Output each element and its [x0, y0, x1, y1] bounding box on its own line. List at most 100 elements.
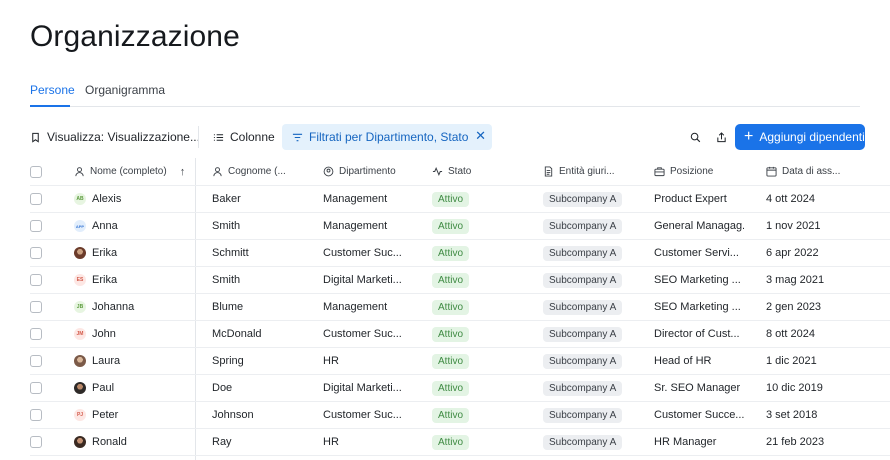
hire-date: 21 feb 2023: [766, 436, 825, 448]
filter-chip[interactable]: Filtrati per Dipartimento, Stato ✕: [282, 124, 492, 150]
row-checkbox[interactable]: [30, 274, 42, 286]
first-name: Erika: [92, 247, 118, 259]
last-name: Smith: [212, 274, 241, 286]
entity-badge: Subcompany A: [543, 272, 623, 288]
hire-date: 1 dic 2021: [766, 355, 817, 367]
select-all-checkbox[interactable]: [30, 165, 42, 178]
table-row[interactable]: ES Erika Smith Digital Marketi... Attivo …: [30, 267, 890, 294]
avatar: JM: [74, 328, 86, 340]
entity-badge: Subcompany A: [543, 380, 623, 396]
department: Customer Suc...: [323, 409, 402, 421]
hire-date: 10 dic 2019: [766, 382, 823, 394]
plus-icon: +: [744, 128, 754, 145]
position: SEO Marketing ...: [654, 301, 741, 313]
tab-bar: Persone Organigramma: [30, 83, 860, 107]
col-header-entity[interactable]: Entità giuri...: [543, 158, 643, 185]
people-table: Nome (completo) ↑ Cognome (... Dipartime…: [30, 158, 890, 460]
position: HR Manager: [654, 436, 717, 448]
col-header-position[interactable]: Posizione: [654, 158, 744, 185]
table-row[interactable]: JB Johanna Blume Management Attivo Subcom…: [30, 294, 890, 321]
briefcase-icon: [654, 166, 665, 177]
table-row[interactable]: JM John McDonald Customer Suc... Attivo S…: [30, 321, 890, 348]
row-checkbox[interactable]: [30, 301, 42, 313]
row-checkbox[interactable]: [30, 355, 42, 367]
filter-label: Filtrati per Dipartimento, Stato: [309, 130, 469, 144]
last-name: Baker: [212, 193, 241, 205]
toolbar-divider: [198, 126, 199, 148]
row-checkbox[interactable]: [30, 382, 42, 394]
position: General Managag...: [654, 220, 744, 232]
row-checkbox[interactable]: [30, 247, 42, 259]
position: Customer Succe...: [654, 409, 744, 421]
share-button[interactable]: [712, 124, 730, 150]
list-icon: [213, 132, 224, 143]
row-checkbox[interactable]: [30, 409, 42, 421]
entity-badge: Subcompany A: [543, 353, 623, 369]
last-name: Blume: [212, 301, 244, 313]
status-badge: Attivo: [432, 299, 470, 315]
hire-date: 6 apr 2022: [766, 247, 819, 259]
hire-date: 1 nov 2021: [766, 220, 821, 232]
activity-icon: [432, 166, 443, 177]
table-row[interactable]: Ronald Ray HR Attivo Subcompany A HR Man…: [30, 429, 890, 456]
first-name: Paul: [92, 382, 115, 394]
avatar: [74, 355, 86, 367]
search-button[interactable]: [686, 124, 704, 150]
col-header-last[interactable]: Cognome (...: [212, 158, 312, 185]
last-name: Smith: [212, 220, 241, 232]
calendar-icon: [766, 166, 777, 177]
columns-button[interactable]: Colonne: [213, 124, 275, 150]
position: Director of Cust...: [654, 328, 740, 340]
table-header: Nome (completo) ↑ Cognome (... Dipartime…: [30, 158, 890, 186]
avatar: [74, 247, 86, 259]
position: Head of HR: [654, 355, 712, 367]
department: Management: [323, 193, 388, 205]
status-badge: Attivo: [432, 407, 470, 423]
entity-badge: Subcompany A: [543, 326, 623, 342]
col-header-stato[interactable]: Stato: [432, 158, 532, 185]
col-header-dept[interactable]: Dipartimento: [323, 158, 423, 185]
close-icon[interactable]: ✕: [475, 128, 486, 144]
entity-badge: Subcompany A: [543, 407, 623, 423]
entity-badge: Subcompany A: [543, 245, 623, 261]
avatar: AB: [74, 193, 86, 205]
sort-up-icon[interactable]: ↑: [180, 166, 186, 178]
table-row[interactable]: Laura Spring HR Attivo Subcompany A Head…: [30, 348, 890, 375]
hire-date: 3 mag 2021: [766, 274, 825, 286]
department: Customer Suc...: [323, 328, 402, 340]
entity-badge: Subcompany A: [543, 218, 623, 234]
status-badge: Attivo: [432, 326, 470, 342]
table-row[interactable]: AB Alexis Baker Management Attivo Subcomp…: [30, 186, 890, 213]
position: Customer Servi...: [654, 247, 739, 259]
col-header-name[interactable]: Nome (completo) ↑: [74, 158, 194, 185]
tab-organigramma[interactable]: Organigramma: [85, 83, 165, 107]
table-row[interactable]: APP Anna Smith Management Attivo Subcompa…: [30, 213, 890, 240]
columns-label: Colonne: [230, 130, 275, 144]
row-checkbox[interactable]: [30, 436, 42, 448]
status-badge: Attivo: [432, 353, 470, 369]
person-icon: [74, 166, 85, 177]
position: Sr. SEO Manager: [654, 382, 741, 394]
department: Customer Suc...: [323, 247, 402, 259]
avatar: JB: [74, 301, 86, 313]
table-row[interactable]: Paul Doe Digital Marketi... Attivo Subco…: [30, 375, 890, 402]
view-selector[interactable]: Visualizza: Visualizzazione...: [30, 124, 200, 150]
row-checkbox[interactable]: [30, 328, 42, 340]
tab-persone[interactable]: Persone: [30, 83, 75, 107]
department: HR: [323, 436, 339, 448]
add-employees-button[interactable]: + Aggiungi dipendenti: [735, 124, 865, 150]
row-checkbox[interactable]: [30, 193, 42, 205]
status-badge: Attivo: [432, 272, 470, 288]
department: HR: [323, 355, 339, 367]
table-row[interactable]: Erika Schmitt Customer Suc... Attivo Sub…: [30, 240, 890, 267]
first-name: Alexis: [92, 193, 122, 205]
first-name: Peter: [92, 409, 119, 421]
row-checkbox[interactable]: [30, 220, 42, 232]
last-name: Spring: [212, 355, 244, 367]
last-name: Johnson: [212, 409, 254, 421]
filter-icon: [292, 132, 303, 143]
status-badge: Attivo: [432, 245, 470, 261]
first-name: Johanna: [92, 301, 135, 313]
col-header-date[interactable]: Data di ass...: [766, 158, 856, 185]
table-row[interactable]: PJ Peter Johnson Customer Suc... Attivo S…: [30, 402, 890, 429]
